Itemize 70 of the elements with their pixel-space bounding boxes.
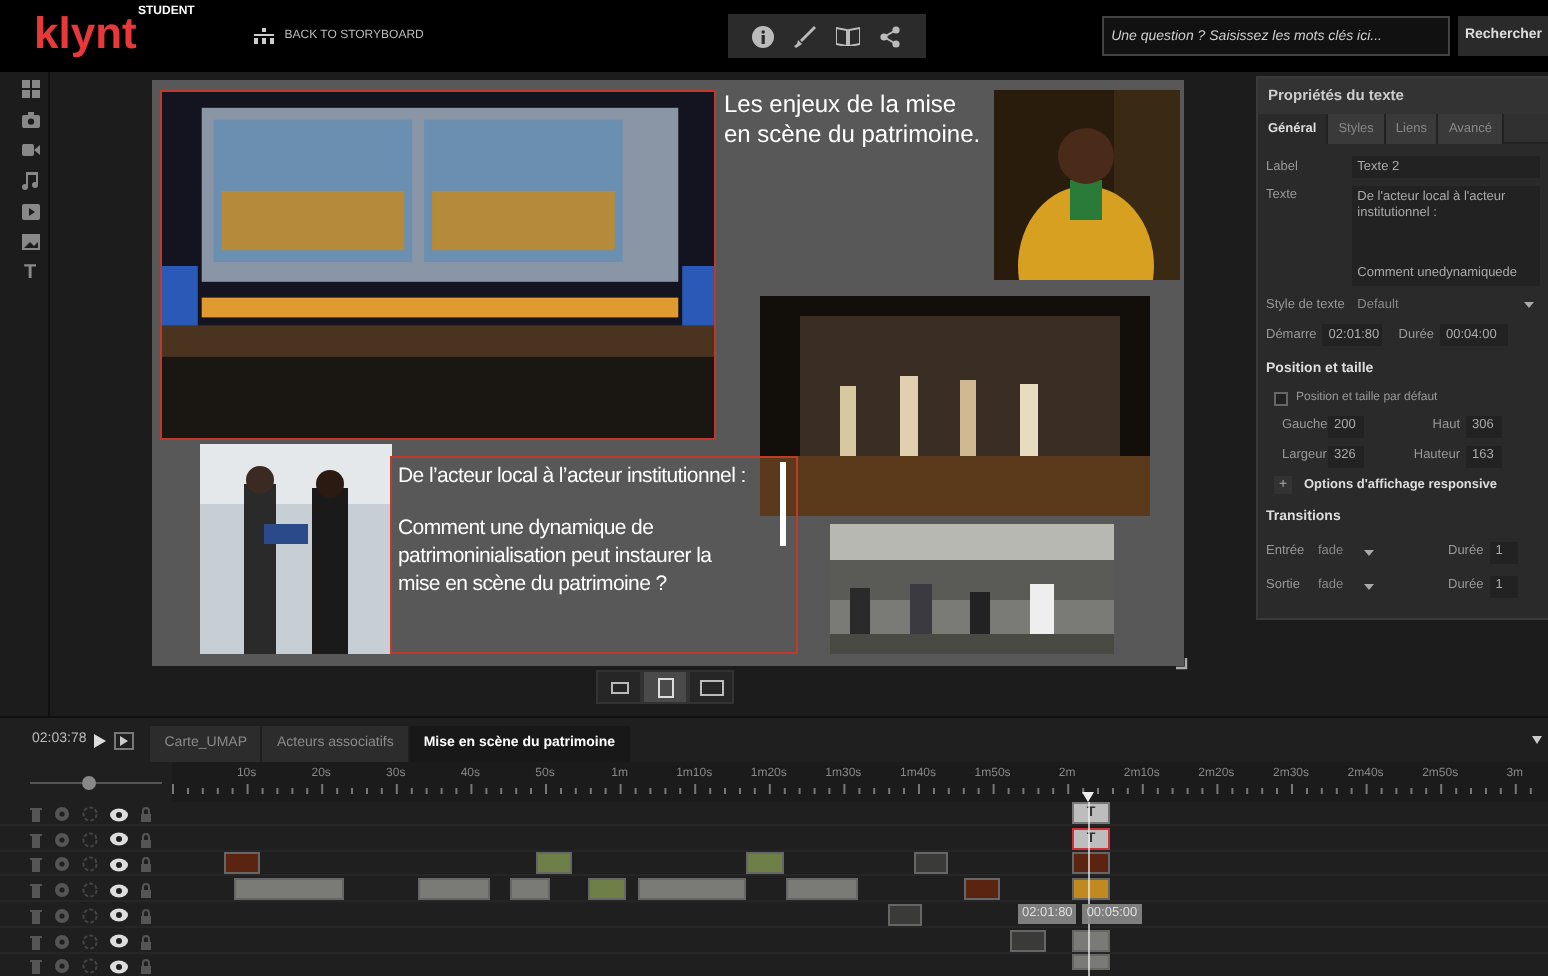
trash-icon[interactable] xyxy=(30,933,42,949)
caret-icon[interactable] xyxy=(1532,736,1542,744)
video-camera-icon[interactable] xyxy=(21,142,39,158)
slider-thumb[interactable] xyxy=(82,776,97,790)
clip-thumbnail[interactable] xyxy=(1072,929,1110,951)
text-paragraph: De l’acteur local à l’acteur institutionnel : xyxy=(398,462,748,490)
book-icon[interactable] xyxy=(836,26,861,46)
tablet-icon xyxy=(655,677,675,697)
eye-icon[interactable] xyxy=(110,857,128,872)
eye-icon[interactable] xyxy=(110,832,128,847)
trash-icon[interactable] xyxy=(30,856,42,873)
clip-thumbnail[interactable] xyxy=(746,852,784,875)
eye-icon[interactable] xyxy=(110,934,128,948)
clip-thumbnail[interactable] xyxy=(638,878,746,901)
trash-icon[interactable] xyxy=(30,831,42,848)
text-paragraph: Comment une dynamique de patrimoninialisation peut instaurer la mise en scène du patrimoine ? xyxy=(398,514,714,598)
clip-thumbnail[interactable] xyxy=(1072,954,1110,971)
sitemap-icon xyxy=(254,28,275,44)
clip-thumbnail[interactable] xyxy=(1072,852,1110,875)
stage-title: Les enjeux de la mise en scène du patrimoine. xyxy=(724,90,983,150)
lock-icon[interactable] xyxy=(140,933,152,949)
lock-icon[interactable] xyxy=(140,882,152,899)
image-icon[interactable] xyxy=(21,234,39,250)
checkbox[interactable] xyxy=(1274,391,1288,405)
clip-thumbnail[interactable] xyxy=(888,903,922,926)
caret-icon xyxy=(1364,583,1374,590)
lock-icon[interactable] xyxy=(140,856,152,873)
small-screen-icon xyxy=(609,677,629,697)
info-icon[interactable] xyxy=(752,25,775,47)
lock-icon[interactable] xyxy=(140,958,152,975)
eye-icon[interactable] xyxy=(110,959,128,974)
clip-thumbnail[interactable] xyxy=(536,852,572,875)
preview-button[interactable] xyxy=(114,731,135,749)
clip-thumbnail[interactable] xyxy=(964,878,1000,901)
caret-icon xyxy=(1364,549,1374,556)
trash-icon[interactable] xyxy=(30,806,42,822)
eye-icon[interactable] xyxy=(110,883,128,898)
scrollbar-thumb xyxy=(780,462,786,546)
clip-thumbnail[interactable] xyxy=(418,878,490,901)
lock-icon[interactable] xyxy=(140,806,152,822)
resize-handle-icon[interactable] xyxy=(1176,658,1188,670)
share-icon[interactable] xyxy=(880,25,901,47)
aspect-button[interactable] xyxy=(688,670,734,704)
camera-icon[interactable] xyxy=(21,112,39,128)
caret-icon xyxy=(1524,302,1534,308)
trash-icon[interactable] xyxy=(30,958,42,975)
lock-icon[interactable] xyxy=(140,907,152,924)
trash-icon[interactable] xyxy=(30,882,42,899)
music-note-icon[interactable] xyxy=(22,172,38,190)
wide-screen-icon xyxy=(699,677,723,697)
play-icon xyxy=(120,735,129,745)
clip-thumbnail[interactable] xyxy=(510,878,550,901)
logo: klynt xyxy=(34,12,137,56)
clip-thumbnail[interactable] xyxy=(224,852,260,875)
clip-thumbnail[interactable] xyxy=(1072,878,1110,901)
text-block[interactable]: De l’acteur local à l’acteur institutionnel : Comment une dynamique de patrimoninialisation peut instaurer la mise en scène du patrimoine ? xyxy=(390,456,798,654)
clip-thumbnail[interactable] xyxy=(588,878,626,901)
aspect-button[interactable] xyxy=(642,670,688,704)
trash-icon[interactable] xyxy=(30,907,42,924)
clip-thumbnail[interactable] xyxy=(1010,929,1046,951)
clip-thumbnail[interactable] xyxy=(914,852,948,875)
eye-icon[interactable] xyxy=(110,807,128,821)
eye-icon[interactable] xyxy=(110,908,128,923)
brush-icon[interactable] xyxy=(794,25,817,47)
lock-icon[interactable] xyxy=(140,831,152,848)
clip-thumbnail[interactable] xyxy=(786,878,858,901)
clip-thumbnail[interactable] xyxy=(234,878,344,901)
aspect-button[interactable] xyxy=(596,670,642,704)
grid-icon[interactable] xyxy=(21,80,39,98)
text-tool[interactable]: T xyxy=(23,264,37,284)
